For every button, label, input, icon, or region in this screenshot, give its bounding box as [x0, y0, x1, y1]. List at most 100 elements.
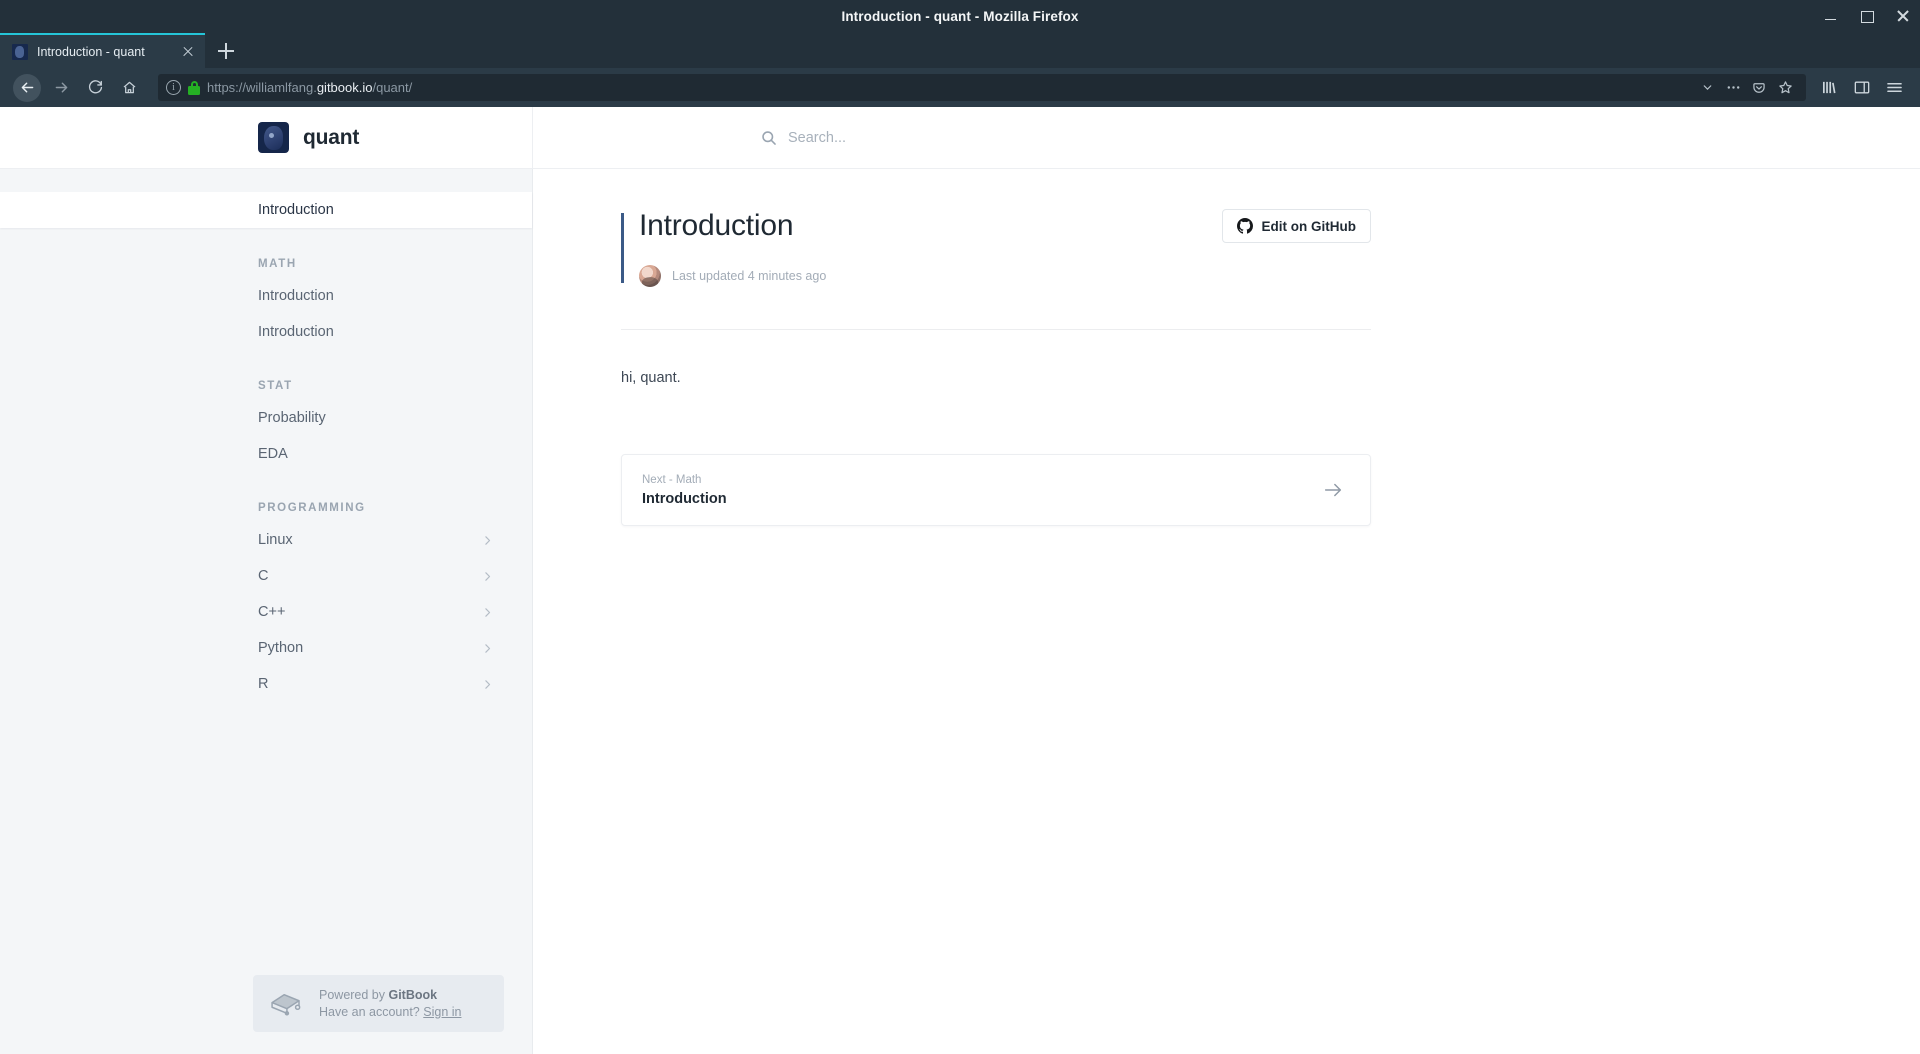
back-icon — [13, 73, 41, 102]
sidebar-item-label: Linux — [258, 532, 293, 548]
reload-icon — [88, 80, 102, 94]
url-bar-actions — [1694, 75, 1798, 101]
sidebar-item-math-introduction-1[interactable]: Introduction — [0, 278, 532, 314]
reload-button[interactable] — [78, 71, 112, 105]
page-actions-icon[interactable] — [1720, 75, 1746, 101]
body-paragraph: hi, quant. — [621, 370, 681, 386]
navigation-toolbar: i https://williamlfang.gitbook.io/quant/ — [0, 68, 1920, 107]
sidebar-item-label: Introduction — [258, 288, 334, 304]
powered-brand: GitBook — [388, 988, 438, 1002]
next-page-card[interactable]: Next - Math Introduction — [621, 454, 1371, 526]
github-icon — [1236, 218, 1253, 234]
page-title: Introduction — [639, 209, 794, 242]
chevron-right-icon[interactable] — [481, 642, 494, 655]
close-icon[interactable] — [1896, 9, 1910, 23]
firefox-window: Introduction - quant - Mozilla Firefox I… — [0, 0, 1920, 1054]
next-page-label: Next - Math — [642, 473, 702, 486]
chevron-right-icon[interactable] — [481, 678, 494, 691]
library-icon[interactable] — [1814, 72, 1846, 104]
main-content: Introduction Last updated 4 minutes ago … — [533, 169, 1920, 1054]
title-block: Introduction Last updated 4 minutes ago — [621, 209, 826, 287]
gitbook-logo-icon — [269, 991, 303, 1017]
url-text: https://williamlfang.gitbook.io/quant/ — [207, 80, 412, 95]
edit-on-github-label: Edit on GitHub — [1261, 218, 1356, 234]
sidebar-item-label: Introduction — [258, 324, 334, 340]
sidebar-item-label: Probability — [258, 410, 326, 426]
home-button[interactable] — [112, 71, 146, 105]
maximize-icon[interactable] — [1860, 9, 1874, 23]
content-divider — [621, 329, 1371, 330]
edit-on-github-button[interactable]: Edit on GitHub — [1221, 209, 1371, 243]
account-prefix: Have an account? — [319, 1005, 424, 1019]
back-button[interactable] — [10, 71, 44, 105]
chevron-right-icon[interactable] — [481, 606, 494, 619]
sidebar-section-stat: STAT — [258, 380, 293, 392]
forward-icon — [55, 82, 67, 93]
sidebar-item-cpp[interactable]: C++ — [0, 594, 532, 630]
sidebar-item-label: EDA — [258, 446, 288, 462]
sidebar-item-math-introduction-2[interactable]: Introduction — [0, 314, 532, 350]
favicon-icon — [12, 43, 28, 60]
sidebar-icon[interactable] — [1846, 72, 1878, 104]
site-brand[interactable]: quant — [0, 107, 533, 168]
search-icon — [761, 130, 777, 146]
web-page: quant Introduction MATH In — [0, 107, 1920, 1054]
sidebar: Introduction MATH Introduction Introduct… — [0, 169, 533, 1054]
forward-button[interactable] — [44, 71, 78, 105]
sidebar-section-programming: PROGRAMMING — [258, 502, 366, 514]
pocket-icon[interactable] — [1746, 75, 1772, 101]
sidebar-nav: Introduction MATH Introduction Introduct… — [0, 192, 532, 702]
new-tab-button[interactable] — [209, 34, 243, 68]
tab-close-icon[interactable] — [179, 43, 197, 61]
sidebar-item-label: Python — [258, 640, 304, 656]
tab-title: Introduction - quant — [37, 44, 145, 59]
url-suffix: /quant/ — [372, 80, 413, 95]
chevron-down-icon[interactable] — [1694, 75, 1720, 101]
article-header: Introduction Last updated 4 minutes ago … — [621, 209, 1371, 287]
sign-in-link[interactable]: Sign in — [423, 1005, 461, 1019]
arrow-right-icon — [1322, 479, 1344, 501]
title-bar: Introduction - quant - Mozilla Firefox — [0, 0, 1920, 32]
account-line: Have an account? Sign in — [319, 1005, 461, 1019]
sidebar-item-label: Introduction — [258, 202, 334, 218]
sidebar-item-label: C — [258, 568, 269, 584]
article: Introduction Last updated 4 minutes ago … — [621, 169, 1371, 526]
last-updated-text: Last updated 4 minutes ago — [672, 269, 827, 283]
url-bar[interactable]: i https://williamlfang.gitbook.io/quant/ — [158, 74, 1806, 101]
sidebar-item-introduction[interactable]: Introduction — [0, 192, 532, 228]
article-meta: Last updated 4 minutes ago — [639, 265, 826, 287]
sidebar-item-python[interactable]: Python — [0, 630, 532, 666]
url-domain: gitbook.io — [316, 80, 373, 95]
sidebar-footer: Powered by GitBook Have an account? Sign… — [253, 975, 504, 1032]
site-title: quant — [303, 125, 360, 149]
next-page-title: Introduction — [642, 490, 727, 507]
sidebar-item-r[interactable]: R — [0, 666, 532, 702]
tab-strip: Introduction - quant — [0, 32, 1920, 68]
sidebar-item-c[interactable]: C — [0, 558, 532, 594]
home-icon — [123, 81, 135, 94]
site-logo-icon — [258, 122, 289, 153]
url-prefix: https://williamlfang. — [207, 80, 317, 95]
next-card-text: Next - Math Introduction — [642, 474, 727, 507]
sidebar-item-label: C++ — [258, 604, 286, 620]
minimize-icon[interactable] — [1824, 9, 1838, 23]
author-avatar — [639, 265, 661, 287]
site-info-icon[interactable]: i — [166, 80, 181, 95]
search-area[interactable] — [533, 107, 1920, 168]
sidebar-item-eda[interactable]: EDA — [0, 436, 532, 472]
browser-tab[interactable]: Introduction - quant — [0, 33, 205, 68]
page-body: Introduction MATH Introduction Introduct… — [0, 169, 1920, 1054]
chevron-right-icon[interactable] — [481, 570, 494, 583]
chevron-right-icon[interactable] — [481, 534, 494, 547]
sidebar-item-label: R — [258, 676, 269, 692]
search-input[interactable] — [788, 129, 1188, 146]
footer-text: Powered by GitBook Have an account? Sign… — [319, 988, 461, 1019]
toolbar-right — [1814, 72, 1910, 104]
bookmark-star-icon[interactable] — [1772, 75, 1798, 101]
sidebar-item-linux[interactable]: Linux — [0, 522, 532, 558]
powered-prefix: Powered by — [319, 988, 389, 1002]
window-title: Introduction - quant - Mozilla Firefox — [841, 8, 1079, 24]
lock-icon — [188, 80, 200, 95]
sidebar-item-probability[interactable]: Probability — [0, 400, 532, 436]
menu-icon[interactable] — [1878, 72, 1910, 104]
